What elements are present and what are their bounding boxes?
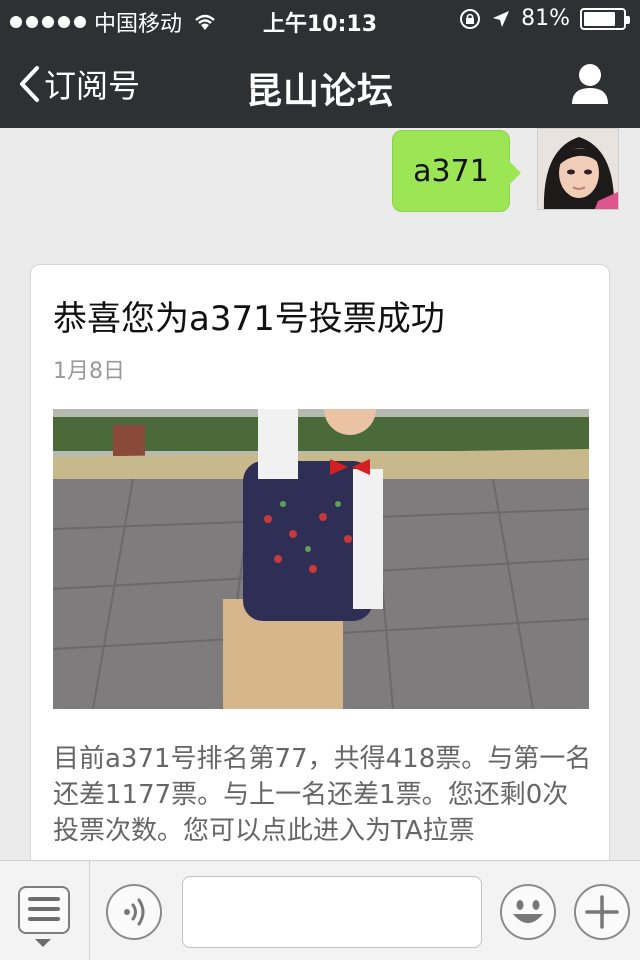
menu-toggle-button[interactable] xyxy=(0,861,90,960)
article-card[interactable]: 恭喜您为a371号投票成功 1月8日 目前a371号排名第77，共得418票。与… xyxy=(30,264,610,860)
emoji-button[interactable] xyxy=(500,884,556,940)
battery-icon xyxy=(580,7,630,30)
status-bar: 中国移动 上午10:13 81% xyxy=(0,0,640,40)
location-arrow-icon xyxy=(493,10,510,27)
caret-down-icon xyxy=(35,939,51,947)
avatar-photo xyxy=(538,129,618,209)
message-input[interactable] xyxy=(182,876,482,948)
article-cover-photo xyxy=(53,409,589,709)
emoji-icon xyxy=(513,900,543,923)
battery-percent: 81% xyxy=(521,6,570,31)
input-toolbar xyxy=(0,860,640,960)
menu-list-icon xyxy=(18,886,70,934)
profile-icon[interactable] xyxy=(570,62,610,106)
more-options-button[interactable] xyxy=(574,884,630,940)
status-right: 81% xyxy=(459,6,630,31)
chat-area[interactable]: a371 恭喜您为a371号投票成功 1月8日 目前a371号排名第77，共得4… xyxy=(0,128,640,860)
outgoing-message-text: a371 xyxy=(413,153,489,189)
article-title: 恭喜您为a371号投票成功 xyxy=(53,299,445,339)
article-cover-image[interactable] xyxy=(53,409,589,709)
voice-icon xyxy=(124,898,145,926)
plus-icon xyxy=(585,895,619,929)
outgoing-message-bubble[interactable]: a371 xyxy=(392,130,521,212)
lock-rotation-icon xyxy=(460,8,481,29)
voice-input-button[interactable] xyxy=(106,884,162,940)
top-header: 中国移动 上午10:13 81% 订阅号 昆山论坛 xyxy=(0,0,640,128)
avatar[interactable] xyxy=(537,128,619,210)
article-summary: 目前a371号排名第77，共得418票。与第一名还差1177票。与上一名还差1票… xyxy=(53,744,592,846)
navigation-bar: 订阅号 昆山论坛 xyxy=(0,40,640,128)
article-date: 1月8日 xyxy=(53,359,125,384)
page-title: 昆山论坛 xyxy=(245,71,394,112)
